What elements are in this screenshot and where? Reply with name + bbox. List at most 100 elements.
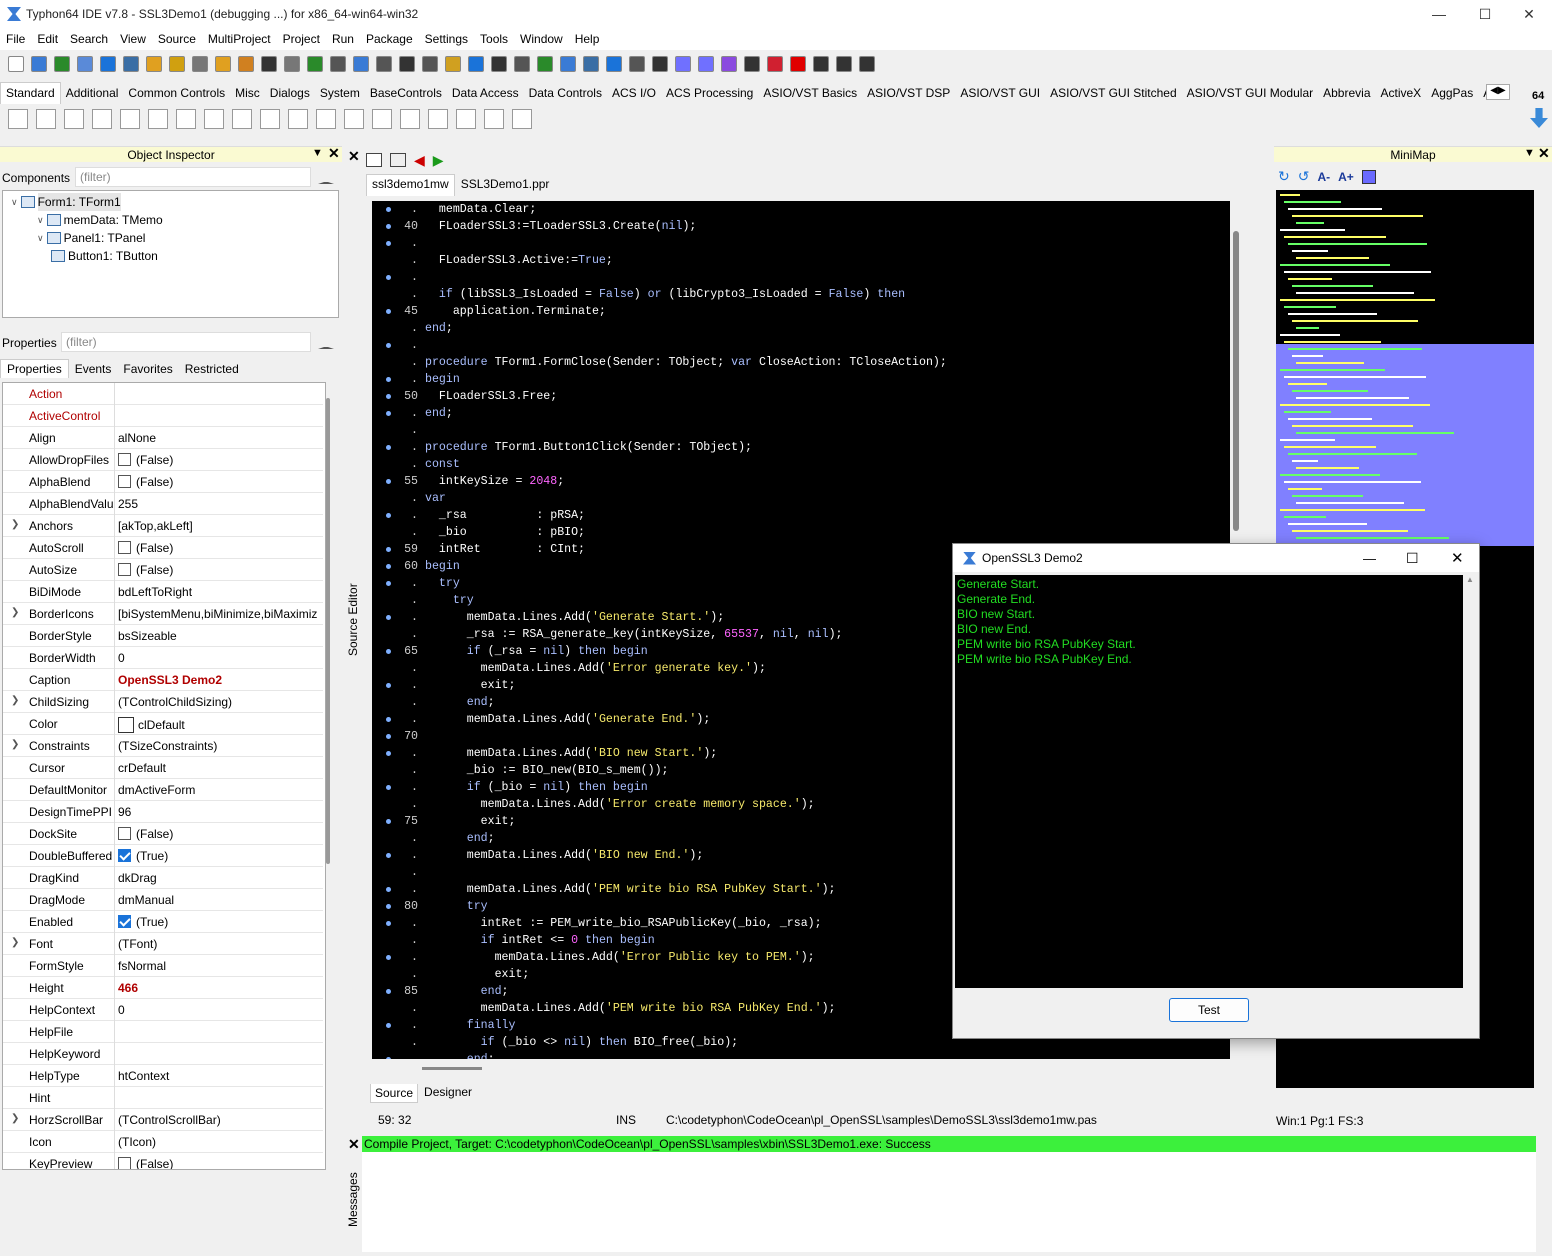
code-line[interactable]: . memData.Clear; [372, 201, 1230, 218]
property-row[interactable]: Height 466 [3, 977, 323, 999]
toolbar-icon[interactable] [123, 56, 139, 72]
palette-tab-activex[interactable]: ActiveX [1376, 86, 1427, 100]
code-line[interactable]: . end; [372, 405, 1230, 422]
breakpoint-marker[interactable] [386, 887, 391, 892]
properties-filter-input[interactable]: (filter) [61, 332, 311, 352]
property-value[interactable]: (TSizeConstraints) [118, 739, 323, 753]
property-row[interactable]: DragKind dkDrag [3, 867, 323, 889]
expand-icon[interactable]: ❯ [11, 695, 19, 706]
checkbox[interactable] [118, 475, 131, 488]
menu-file[interactable]: File [0, 32, 31, 46]
toolbar-icon[interactable] [744, 56, 760, 72]
code-line[interactable]: . [372, 337, 1230, 354]
toolbar-icon[interactable] [169, 56, 185, 72]
checkbox[interactable] [118, 563, 131, 576]
toolbar-icon[interactable] [284, 56, 300, 72]
toolbar-icon[interactable] [583, 56, 599, 72]
property-row[interactable]: ❯ BorderIcons [biSystemMenu,biMinimize,biM… [3, 603, 323, 625]
expand-icon[interactable]: ❯ [11, 739, 19, 750]
code-line[interactable]: . _bio : pBIO; [372, 524, 1230, 541]
checkbox[interactable] [118, 541, 131, 554]
toolbar-icon[interactable] [238, 56, 254, 72]
property-value[interactable]: 255 [118, 497, 323, 511]
property-row[interactable]: Enabled (True) [3, 911, 323, 933]
toolbar-icon[interactable] [261, 56, 277, 72]
groupbox-icon[interactable] [372, 109, 392, 129]
tree-node[interactable]: ∨ memData: TMemo [37, 211, 163, 229]
menu-project[interactable]: Project [277, 32, 326, 46]
property-row[interactable]: Color clDefault [3, 713, 323, 735]
minimap-close-icon[interactable]: ✕ [1538, 145, 1550, 162]
checkgroup-icon[interactable] [428, 109, 448, 129]
components-filter-input[interactable]: (filter) [75, 167, 311, 187]
property-value[interactable]: (False) [118, 827, 323, 841]
property-value[interactable]: dkDrag [118, 871, 323, 885]
palette-tab-abbrevia[interactable]: Abbrevia [1318, 86, 1375, 100]
breakpoint-marker[interactable] [386, 751, 391, 756]
color-swatch[interactable] [118, 717, 134, 733]
property-value[interactable]: (TIcon) [118, 1135, 323, 1149]
palette-tab-aggpas[interactable]: AggPas [1426, 86, 1478, 100]
code-line[interactable]: . end; [372, 1051, 1230, 1059]
actionlist-icon[interactable] [512, 109, 532, 129]
toolbar-icon[interactable] [767, 56, 783, 72]
menu-tools[interactable]: Tools [474, 32, 514, 46]
toolbar-icon[interactable] [146, 56, 162, 72]
property-row[interactable]: KeyPreview (False) [3, 1153, 323, 1169]
property-row[interactable]: DefaultMonitor dmActiveForm [3, 779, 323, 801]
breakpoint-marker[interactable] [386, 717, 391, 722]
property-value[interactable]: (False) [118, 563, 323, 577]
toolbar-icon[interactable] [629, 56, 645, 72]
palette-tab-asio-vst-gui-modular[interactable]: ASIO/VST GUI Modular [1182, 86, 1319, 100]
toolbar-icon[interactable] [491, 56, 507, 72]
breakpoint-marker[interactable] [386, 921, 391, 926]
color-icon[interactable] [1361, 169, 1376, 184]
property-value[interactable]: 466 [118, 981, 323, 995]
minimize-button[interactable]: — [1416, 0, 1462, 28]
expand-icon[interactable]: ∨ [37, 229, 44, 247]
palette-tab-asio-vst-gui[interactable]: ASIO/VST GUI [955, 86, 1045, 100]
property-value[interactable]: (TControlChildSizing) [118, 695, 323, 709]
breakpoint-marker[interactable] [386, 989, 391, 994]
property-value[interactable]: 96 [118, 805, 323, 819]
palette-tab-asio-vst-basics[interactable]: ASIO/VST Basics [758, 86, 862, 100]
palette-tab-basecontrols[interactable]: BaseControls [365, 86, 447, 100]
property-row[interactable]: ❯ Anchors [akTop,akLeft] [3, 515, 323, 537]
tab-designer[interactable]: Designer [418, 1084, 478, 1103]
property-row[interactable]: AutoSize (False) [3, 559, 323, 581]
property-row[interactable]: Cursor crDefault [3, 757, 323, 779]
back-arrow-icon[interactable]: ◀ [414, 152, 425, 169]
toolbar-icon[interactable] [353, 56, 369, 72]
menu-view[interactable]: View [114, 32, 152, 46]
toolbar-icon[interactable] [422, 56, 438, 72]
close-button[interactable]: ✕ [1506, 0, 1552, 28]
toolbar-icon[interactable] [698, 56, 714, 72]
code-line[interactable]: 55 intKeySize = 2048; [372, 473, 1230, 490]
inspector-tab-properties[interactable]: Properties [0, 359, 69, 378]
palette-scroll-buttons[interactable]: ◀▶ [1486, 84, 1510, 100]
breakpoint-marker[interactable] [386, 581, 391, 586]
property-row[interactable]: AlphaBlendValu 255 [3, 493, 323, 515]
palette-tab-acs-i-o[interactable]: ACS I/O [607, 86, 661, 100]
toolbar-icon[interactable] [560, 56, 576, 72]
download-arrow-icon[interactable] [1530, 108, 1548, 128]
palette-tab-data-access[interactable]: Data Access [447, 86, 524, 100]
property-row[interactable]: DragMode dmManual [3, 889, 323, 911]
panel-icon[interactable] [456, 109, 476, 129]
tree-node[interactable]: ∨ Panel1: TPanel [37, 229, 145, 247]
property-row[interactable]: DesignTimePPI 96 [3, 801, 323, 823]
code-line[interactable]: . if (libSSL3_IsLoaded = False) or (libC… [372, 286, 1230, 303]
dialog-maximize-button[interactable]: ☐ [1406, 550, 1419, 567]
menu-settings[interactable]: Settings [419, 32, 474, 46]
maximize-button[interactable]: ☐ [1462, 0, 1508, 28]
checkbox[interactable] [118, 453, 131, 466]
palette-tab-misc[interactable]: Misc [230, 86, 265, 100]
property-grid-scrollbar[interactable] [326, 398, 330, 864]
property-value[interactable]: alNone [118, 431, 323, 445]
toolbar-icon[interactable] [54, 56, 70, 72]
code-line[interactable]: 50 FLoaderSSL3.Free; [372, 388, 1230, 405]
property-value[interactable]: 0 [118, 1003, 323, 1017]
property-row[interactable]: ❯ Constraints (TSizeConstraints) [3, 735, 323, 757]
property-row[interactable]: Action [3, 383, 323, 405]
toolbar-icon[interactable] [859, 56, 875, 72]
